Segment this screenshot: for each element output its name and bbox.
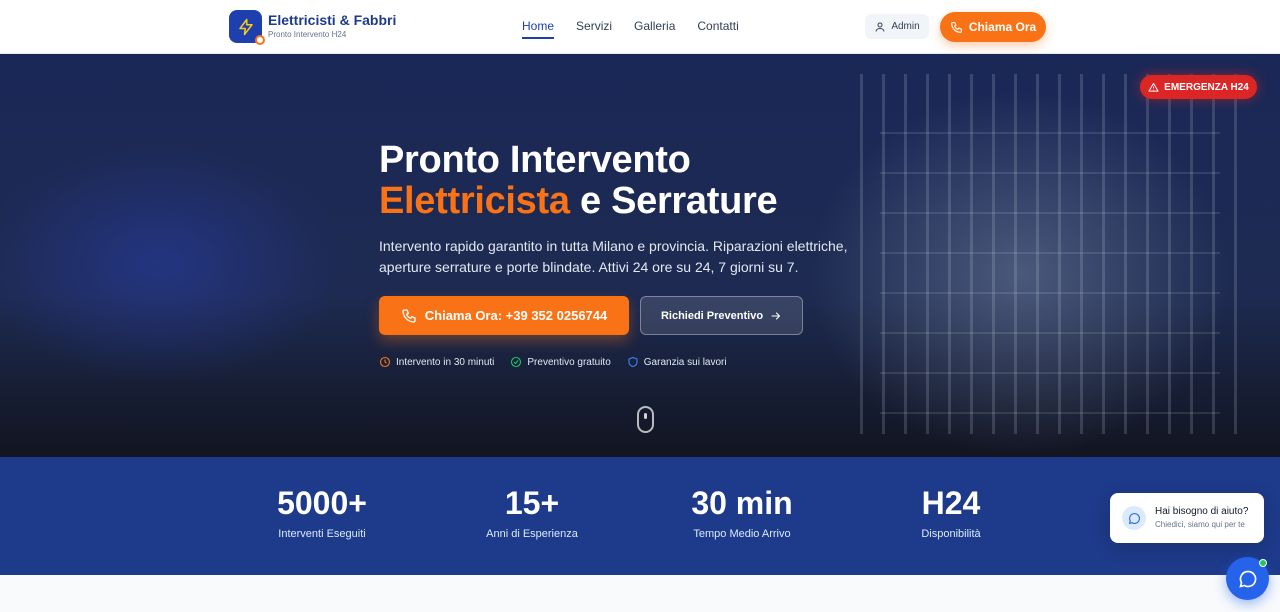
hero-section: EMERGENZA H24 Pronto Intervento Elettric… [0, 54, 1280, 457]
brand-tagline: Pronto Intervento H24 [268, 30, 347, 39]
stat-item: 5000+ Interventi Eseguiti [222, 483, 422, 540]
hero-background-detail [880, 114, 1220, 414]
call-phone-label: Chiama Ora: +39 352 0256744 [424, 308, 608, 323]
feature-item: Intervento in 30 minuti [379, 356, 494, 368]
admin-button[interactable]: Admin [865, 14, 929, 39]
chat-button[interactable] [1226, 557, 1269, 600]
feature-item: Garanzia sui lavori [627, 356, 727, 368]
call-phone-button[interactable]: Chiama Ora: +39 352 0256744 [379, 296, 629, 335]
feature-label: Intervento in 30 minuti [396, 356, 495, 368]
feature-list: Intervento in 30 minuti Preventivo gratu… [379, 356, 727, 368]
stat-item: 15+ Anni di Esperienza [432, 483, 632, 540]
online-indicator [1259, 559, 1267, 567]
phone-icon [402, 308, 416, 323]
help-popup[interactable]: Hai bisogno di aiuto? Chiedici, siamo qu… [1110, 493, 1264, 543]
help-subtitle: Chiedici, siamo qui per te [1155, 520, 1245, 529]
stat-value: 5000+ [277, 485, 367, 521]
call-now-label: Chiama Ora [968, 20, 1037, 34]
nav-servizi[interactable]: Servizi [576, 19, 612, 39]
hero-title-line1: Pronto Intervento [379, 139, 691, 181]
nav-galleria[interactable]: Galleria [634, 19, 675, 39]
stat-item: H24 Disponibilità [851, 483, 1051, 540]
stat-label: Tempo Medio Arrivo [693, 528, 791, 540]
check-circle-icon [511, 356, 522, 368]
emergency-badge[interactable]: EMERGENZA H24 [1140, 75, 1257, 99]
main-nav: Home Servizi Galleria Contatti [522, 19, 739, 39]
phone-icon [950, 21, 962, 33]
brand-name: Elettricisti & Fabbri [268, 12, 397, 28]
help-title: Hai bisogno di aiuto? [1155, 506, 1249, 517]
stat-label: Anni di Esperienza [486, 528, 578, 540]
hero-title: Pronto Intervento Elettricista e Serratu… [379, 140, 879, 222]
hero-title-accent: Elettricista [379, 180, 570, 222]
nav-home[interactable]: Home [522, 19, 555, 39]
stat-item: 30 min Tempo Medio Arrivo [642, 483, 842, 540]
warning-icon [1148, 82, 1159, 92]
arrow-right-icon [771, 311, 781, 320]
user-icon [875, 22, 885, 32]
hero-title-rest: e Serrature [569, 180, 778, 222]
stat-value: 30 min [691, 485, 793, 521]
clock-icon [379, 356, 391, 368]
nav-contatti[interactable]: Contatti [697, 19, 738, 39]
request-quote-button[interactable]: Richiedi Preventivo [640, 296, 803, 335]
feature-item: Preventivo gratuito [510, 356, 611, 368]
stat-value: 15+ [504, 485, 560, 521]
status-dot [255, 35, 265, 45]
stat-label: Disponibilità [921, 528, 981, 540]
emergency-label: EMERGENZA H24 [1164, 81, 1249, 93]
shield-icon [628, 356, 638, 368]
site-header: Elettricisti & Fabbri Pronto Intervento … [0, 0, 1280, 54]
stat-label: Interventi Eseguiti [278, 528, 366, 540]
logo[interactable]: Elettricisti & Fabbri Pronto Intervento … [229, 10, 397, 45]
admin-label: Admin [891, 21, 920, 32]
scroll-indicator-icon[interactable] [637, 406, 654, 433]
chat-icon [1238, 570, 1256, 588]
stats-section: 5000+ Interventi Eseguiti 15+ Anni di Es… [0, 457, 1280, 575]
call-now-button[interactable]: Chiama Ora [940, 12, 1046, 42]
feature-label: Preventivo gratuito [527, 356, 611, 368]
hero-subtitle: Intervento rapido garantito in tutta Mil… [379, 238, 848, 275]
chat-bubble-icon [1122, 506, 1146, 530]
feature-label: Garanzia sui lavori [643, 356, 727, 368]
stat-value: H24 [921, 485, 981, 521]
lightning-icon [229, 10, 265, 45]
request-quote-label: Richiedi Preventivo [660, 309, 764, 322]
